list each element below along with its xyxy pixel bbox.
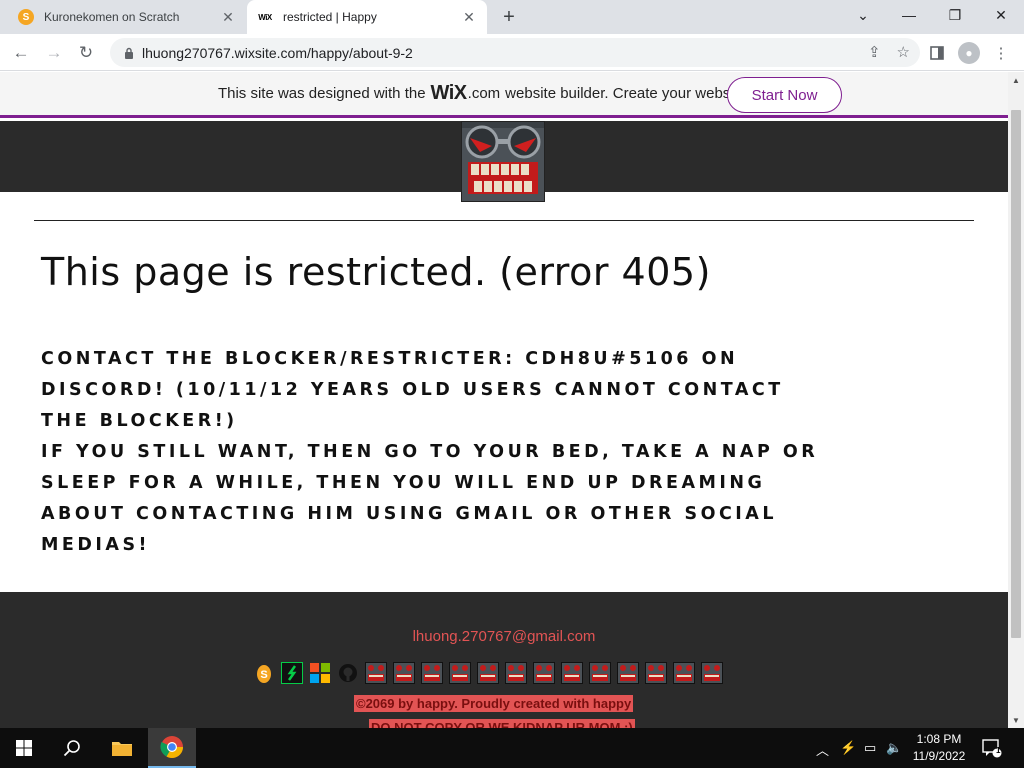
windows-logo-icon <box>16 740 32 756</box>
notification-count: 1 <box>996 746 1001 755</box>
contact-paragraph: Contact the blocker/restricter: CDH8U#51… <box>41 349 784 431</box>
scratch-favicon-icon: S <box>18 9 34 25</box>
clock-time: 1:08 PM <box>916 732 962 746</box>
profile-avatar-icon[interactable]: ● <box>958 42 980 64</box>
monster-icon[interactable] <box>701 662 723 684</box>
page-viewport: This site was designed with the WiX .com… <box>0 72 1008 728</box>
browser-toolbar: ← → ↻ lhuong270767.wixsite.com/happy/abo… <box>0 34 1024 71</box>
chrome-icon <box>160 736 183 758</box>
scratch-icon[interactable]: S <box>253 662 275 684</box>
deviantart-icon[interactable] <box>281 662 303 684</box>
email-text[interactable]: lhuong.270767@gmail.com <box>413 628 596 645</box>
monster-logo-icon[interactable] <box>461 121 545 202</box>
microsoft-icon[interactable] <box>309 662 331 684</box>
system-clock[interactable]: 1:08 PM 11/9/2022 <box>908 731 970 765</box>
footer-notice: DO NOT COPY OR WE KIDNAP UR MOM :) <box>369 719 635 728</box>
monster-icon[interactable] <box>393 662 415 684</box>
monster-icon[interactable] <box>477 662 499 684</box>
monster-icon[interactable] <box>645 662 667 684</box>
url-text: lhuong270767.wixsite.com/happy/about-9-2 <box>142 44 413 61</box>
chrome-taskbar-button[interactable] <box>148 728 196 768</box>
github-icon[interactable] <box>337 662 359 684</box>
bookmark-star-icon[interactable]: ☆ <box>897 43 910 61</box>
address-bar[interactable]: lhuong270767.wixsite.com/happy/about-9-2… <box>110 38 920 67</box>
copyright-text: ©2069 by happy. Proudly created with hap… <box>354 695 634 712</box>
battery-plug-icon[interactable]: ⚡ <box>840 740 856 756</box>
restore-button[interactable]: ❐ <box>932 0 978 30</box>
file-explorer-button[interactable] <box>98 728 146 768</box>
volume-icon[interactable]: 🔈 <box>886 740 902 756</box>
divider <box>34 220 974 221</box>
close-window-button[interactable]: ✕ <box>978 0 1024 30</box>
tab-strip: S Kuronekomen on Scratch ✕ WiX restricte… <box>0 0 1024 34</box>
clock-date: 11/9/2022 <box>912 749 966 763</box>
back-button[interactable]: ← <box>8 40 34 66</box>
side-panel-icon[interactable] <box>926 42 948 64</box>
wix-ad-banner: This site was designed with the WiX .com… <box>0 72 1008 118</box>
start-button[interactable] <box>0 728 48 768</box>
monster-icon[interactable] <box>589 662 611 684</box>
menu-kebab-icon[interactable]: ⋮ <box>990 42 1012 64</box>
wix-logo-suffix: .com <box>467 85 501 102</box>
tab-title: restricted | Happy <box>283 10 377 24</box>
svg-text:S: S <box>260 669 267 681</box>
monster-icon[interactable] <box>561 662 583 684</box>
monster-icon[interactable] <box>533 662 555 684</box>
scroll-up-icon[interactable]: ▲ <box>1008 72 1024 88</box>
search-button[interactable] <box>48 728 96 768</box>
restriction-message: Contact the blocker/restricter: CDH8U#51… <box>41 344 831 561</box>
lock-icon[interactable] <box>122 46 136 60</box>
footer-email-link: lhuong.270767@gmail.com <box>0 628 1008 645</box>
monster-icon[interactable] <box>449 662 471 684</box>
search-icon <box>63 740 80 757</box>
dream-paragraph: if you still want, then go to your bed, … <box>41 442 819 555</box>
monster-icon[interactable] <box>365 662 387 684</box>
tray-chevron-icon[interactable]: ︿ <box>816 740 829 759</box>
windows-taskbar: ︿ ⚡ ▭ 🔈 1:08 PM 11/9/2022 1 <box>0 728 1024 768</box>
monster-icon[interactable] <box>673 662 695 684</box>
scroll-down-icon[interactable]: ▼ <box>1008 712 1024 728</box>
monster-icon[interactable] <box>617 662 639 684</box>
tab-restricted[interactable]: WiX restricted | Happy ✕ <box>247 0 487 34</box>
social-icons-bar: S <box>253 662 723 684</box>
start-now-button[interactable]: Start Now <box>727 77 842 113</box>
new-tab-button[interactable]: + <box>498 6 520 28</box>
minimize-button[interactable]: — <box>886 0 932 30</box>
folder-icon <box>112 742 132 756</box>
tab-title: Kuronekomen on Scratch <box>44 10 180 24</box>
page-scrollbar[interactable]: ▲ ▼ <box>1008 72 1024 728</box>
share-icon[interactable]: ⇪ <box>868 43 881 61</box>
banner-text-before: This site was designed with the <box>217 85 426 102</box>
wix-favicon-icon: WiX <box>258 12 272 22</box>
page-title: This page is restricted. (error 405) <box>41 250 711 294</box>
wix-logo: WiX <box>430 82 468 104</box>
reload-button[interactable]: ↻ <box>73 40 99 66</box>
tab-search-icon[interactable]: ⌄ <box>840 0 886 30</box>
monster-icon[interactable] <box>421 662 443 684</box>
scroll-thumb[interactable] <box>1011 110 1021 638</box>
tab-scratch[interactable]: S Kuronekomen on Scratch ✕ <box>8 0 246 34</box>
close-icon[interactable]: ✕ <box>220 9 236 25</box>
network-icon[interactable]: ▭ <box>864 740 876 756</box>
forward-button[interactable]: → <box>41 40 67 66</box>
close-icon[interactable]: ✕ <box>461 9 477 25</box>
monster-icon[interactable] <box>505 662 527 684</box>
notification-center-button[interactable]: 1 <box>980 736 1004 760</box>
